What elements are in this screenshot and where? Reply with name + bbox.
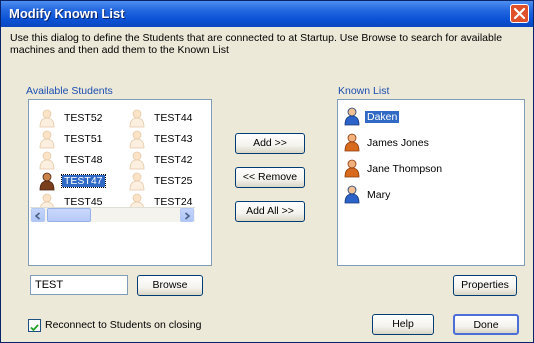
available-students-label: Available Students bbox=[26, 85, 113, 97]
student-icon bbox=[342, 158, 362, 183]
close-button[interactable] bbox=[510, 4, 529, 23]
chevron-left-icon bbox=[34, 212, 41, 220]
reconnect-label: Reconnect to Students on closing bbox=[45, 319, 202, 331]
student-label: TEST48 bbox=[64, 154, 103, 166]
add-button[interactable]: Add >> bbox=[235, 133, 305, 154]
close-icon bbox=[513, 7, 526, 20]
student-label: TEST44 bbox=[154, 112, 193, 124]
student-label: TEST25 bbox=[154, 175, 193, 187]
help-button[interactable]: Help bbox=[372, 314, 434, 335]
done-button[interactable]: Done bbox=[453, 314, 519, 335]
known-student-label: Jane Thompson bbox=[367, 163, 443, 175]
browse-button[interactable]: Browse bbox=[137, 275, 203, 296]
student-icon bbox=[342, 106, 362, 131]
chevron-right-icon bbox=[184, 212, 191, 220]
known-list-label: Known List bbox=[338, 85, 390, 97]
modify-known-list-dialog: Modify Known List Use this dialog to def… bbox=[0, 0, 534, 343]
horizontal-scrollbar[interactable] bbox=[30, 207, 195, 222]
student-filter-input[interactable] bbox=[30, 275, 128, 295]
available-students-list[interactable]: TEST52 TEST44 TEST51 TEST43 TEST48 TEST42 TEST… bbox=[28, 99, 212, 266]
remove-button[interactable]: << Remove bbox=[235, 167, 305, 188]
reconnect-checkbox[interactable] bbox=[28, 319, 41, 332]
scroll-left-button[interactable] bbox=[31, 208, 45, 222]
known-student-label: James Jones bbox=[367, 137, 429, 149]
add-all-button[interactable]: Add All >> bbox=[235, 201, 305, 222]
checkmark-icon bbox=[30, 324, 39, 332]
student-label: TEST51 bbox=[64, 133, 103, 145]
student-label: TEST42 bbox=[154, 154, 193, 166]
student-label: TEST52 bbox=[64, 112, 103, 124]
scroll-thumb[interactable] bbox=[47, 208, 91, 222]
known-student-label: Daken bbox=[365, 111, 400, 123]
student-icon bbox=[342, 184, 362, 209]
window-title: Modify Known List bbox=[9, 6, 125, 21]
title-bar[interactable]: Modify Known List bbox=[1, 1, 533, 27]
student-label: TEST47 bbox=[61, 174, 106, 188]
known-student-label: Mary bbox=[367, 189, 391, 201]
student-icon bbox=[342, 132, 362, 157]
known-list[interactable]: Daken James Jones Jane Thompson Mary bbox=[337, 99, 525, 266]
dialog-description: Use this dialog to define the Students t… bbox=[10, 32, 503, 56]
properties-button[interactable]: Properties bbox=[453, 275, 517, 296]
scroll-right-button[interactable] bbox=[180, 208, 194, 222]
student-label: TEST43 bbox=[154, 133, 193, 145]
